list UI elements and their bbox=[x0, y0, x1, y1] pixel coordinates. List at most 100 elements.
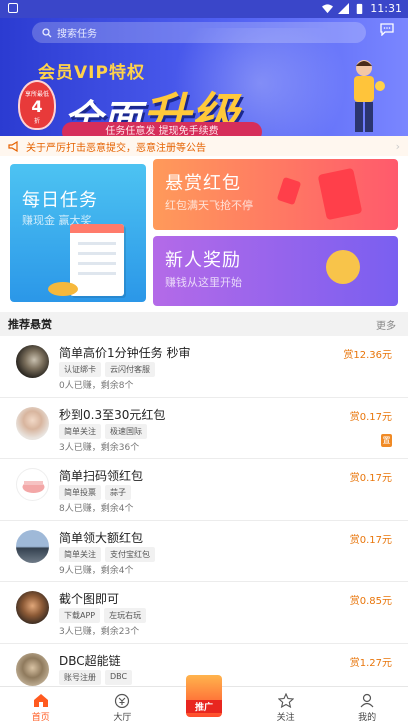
task-price: 赏12.36元 bbox=[343, 350, 392, 361]
app-notification-icon bbox=[8, 3, 18, 13]
chevron-right-icon: › bbox=[395, 140, 400, 153]
task-tags: 认证绑卡 云闪付客服 bbox=[59, 362, 155, 377]
card-reward-redpacket[interactable]: 悬赏红包 红包满天飞抢不停 bbox=[153, 159, 398, 230]
list-item[interactable]: 简单高价1分钟任务 秒审 认证绑卡 云闪付客服 0人已赚，剩余8个 赏12.36… bbox=[0, 336, 408, 398]
tab-mine[interactable]: 我的 bbox=[326, 687, 408, 726]
search-icon bbox=[42, 27, 52, 37]
pig-icon bbox=[22, 481, 45, 493]
tab-follow[interactable]: 关注 bbox=[245, 687, 327, 726]
joined-count: 3人已赚 bbox=[59, 442, 92, 453]
task-title: 简单高价1分钟任务 秒审 bbox=[59, 346, 191, 360]
task-price: 赏0.85元 bbox=[349, 596, 392, 607]
star-icon bbox=[277, 693, 294, 708]
card-title: 悬赏红包 bbox=[165, 173, 241, 194]
red-envelope-icon bbox=[317, 167, 363, 221]
status-icons: 11:31 bbox=[322, 2, 402, 15]
section-title: 推荐悬赏 bbox=[8, 318, 52, 331]
card-title: 每日任务 bbox=[22, 190, 98, 211]
notice-text: 关于严厉打击恶意提交，恶意注册等公告 bbox=[26, 142, 206, 154]
avatar bbox=[16, 652, 49, 686]
task-tag: 下载APP bbox=[59, 608, 101, 623]
badge-bottom-text: 折 bbox=[33, 118, 40, 125]
banner-subtitle: 任务任意发 提现免手续费 bbox=[62, 122, 262, 136]
task-tags: 简单关注 极速国际 bbox=[59, 423, 147, 439]
pinned-badge-icon: 置 bbox=[381, 433, 392, 447]
remaining-count: 剩余4个 bbox=[100, 504, 134, 514]
home-icon bbox=[33, 694, 48, 707]
task-title: 简单领大额红包 bbox=[59, 530, 144, 545]
task-tag: 简单关注 bbox=[59, 423, 101, 439]
task-title: 简单扫码领红包 bbox=[59, 469, 144, 483]
list-item[interactable]: 秒到0.3至30元红包 简单关注 极速国际 3人已赚，剩余36个 赏0.17元 … bbox=[0, 398, 408, 459]
task-meta: 8人已赚，剩余4个 bbox=[59, 504, 134, 514]
banner-person-illustration bbox=[354, 60, 385, 132]
avatar bbox=[16, 468, 49, 501]
task-tag: 极速国际 bbox=[105, 423, 147, 439]
search-input[interactable]: 搜索任务 bbox=[32, 22, 366, 43]
list-item[interactable]: 简单领大额红包 简单关注 支付宝红包 9人已赚，剩余4个 赏0.17元 bbox=[0, 521, 408, 582]
feature-cards: 每日任务 赚现金 赢大奖 悬赏红包 红包满天飞抢不停 新人奖励 赚钱从这里开始 bbox=[0, 156, 408, 312]
bottom-tab-bar: 首页 大厅 推广 关注 我的 bbox=[0, 675, 408, 726]
task-tag: 简单投票 bbox=[59, 485, 101, 500]
remaining-count: 剩余4个 bbox=[100, 565, 134, 576]
task-price: 赏1.27元 bbox=[349, 657, 392, 669]
status-bar: 11:31 bbox=[0, 0, 408, 18]
battery-icon bbox=[357, 3, 363, 14]
task-meta: 0人已赚，剩余8个 bbox=[59, 381, 134, 391]
remaining-count: 剩余8个 bbox=[100, 381, 134, 391]
task-price: 赏0.17元 bbox=[349, 534, 392, 546]
avatar bbox=[16, 529, 49, 563]
avatar bbox=[16, 345, 49, 378]
discount-badge: 享所最低 4 折 bbox=[18, 80, 56, 130]
task-tags: 账号注册 DBC bbox=[59, 669, 133, 685]
task-meta: 9人已赚，剩余4个 bbox=[59, 565, 134, 576]
task-tag: DBC bbox=[105, 669, 133, 685]
remaining-count: 剩余36个 bbox=[100, 442, 140, 453]
task-tag: 支付宝红包 bbox=[105, 546, 155, 562]
task-tag: 云闪付客服 bbox=[105, 362, 155, 377]
task-price: 赏0.17元 bbox=[349, 411, 392, 423]
tab-hall[interactable]: 大厅 bbox=[82, 687, 164, 726]
task-tag: 账号注册 bbox=[59, 669, 101, 685]
avatar bbox=[16, 406, 49, 440]
card-subtitle: 红包满天飞抢不停 bbox=[165, 199, 253, 212]
coin-illustration bbox=[326, 250, 360, 284]
joined-count: 3人已赚 bbox=[59, 627, 92, 637]
megaphone-icon bbox=[8, 140, 18, 152]
list-item[interactable]: 截个图即可 下载APP 左玩右玩 3人已赚，剩余23个 赏0.85元 bbox=[0, 582, 408, 644]
section-header: 推荐悬赏 更多 bbox=[0, 312, 408, 336]
promo-icon: 推广 bbox=[185, 675, 222, 717]
checklist-illustration bbox=[70, 224, 124, 296]
card-title: 新人奖励 bbox=[165, 250, 241, 271]
task-title: DBC超能链 bbox=[59, 653, 121, 668]
card-daily-tasks[interactable]: 每日任务 赚现金 赢大奖 bbox=[10, 164, 146, 302]
wifi-icon bbox=[322, 4, 334, 14]
red-envelope-icon bbox=[276, 176, 302, 206]
task-title: 秒到0.3至30元红包 bbox=[59, 407, 166, 422]
task-tag: 蒜子 bbox=[105, 485, 131, 500]
card-subtitle: 赚钱从这里开始 bbox=[165, 276, 242, 289]
tab-label: 我的 bbox=[358, 713, 377, 723]
task-meta: 3人已赚，剩余36个 bbox=[59, 442, 140, 453]
joined-count: 8人已赚 bbox=[59, 504, 92, 514]
tab-label: 首页 bbox=[31, 713, 50, 723]
signal-icon bbox=[338, 3, 350, 14]
task-list: 简单高价1分钟任务 秒审 认证绑卡 云闪付客服 0人已赚，剩余8个 赏12.36… bbox=[0, 336, 408, 686]
tab-label: 大厅 bbox=[113, 713, 132, 723]
task-tag: 认证绑卡 bbox=[59, 362, 101, 377]
more-link[interactable]: 更多 bbox=[376, 317, 396, 332]
notice-bar[interactable]: 关于严厉打击恶意提交，恶意注册等公告 › bbox=[0, 136, 408, 156]
vip-banner[interactable]: 搜索任务 会员VIP特权 全面升级 享所最低 4 折 任务任意发 提现免手续费 bbox=[0, 18, 408, 136]
task-tags: 简单关注 支付宝红包 bbox=[59, 546, 155, 562]
task-tags: 下载APP 左玩右玩 bbox=[59, 608, 147, 623]
user-icon bbox=[360, 693, 374, 708]
search-placeholder: 搜索任务 bbox=[57, 29, 97, 40]
tab-home[interactable]: 首页 bbox=[0, 687, 82, 726]
tab-promote[interactable]: 推广 bbox=[163, 675, 245, 726]
task-price: 赏0.17元 bbox=[349, 473, 392, 484]
list-item[interactable]: 简单扫码领红包 简单投票 蒜子 8人已赚，剩余4个 赏0.17元 bbox=[0, 459, 408, 521]
message-icon[interactable] bbox=[380, 23, 394, 36]
avatar bbox=[16, 591, 49, 624]
status-time: 11:31 bbox=[370, 2, 402, 15]
card-newbie-reward[interactable]: 新人奖励 赚钱从这里开始 bbox=[153, 236, 398, 306]
